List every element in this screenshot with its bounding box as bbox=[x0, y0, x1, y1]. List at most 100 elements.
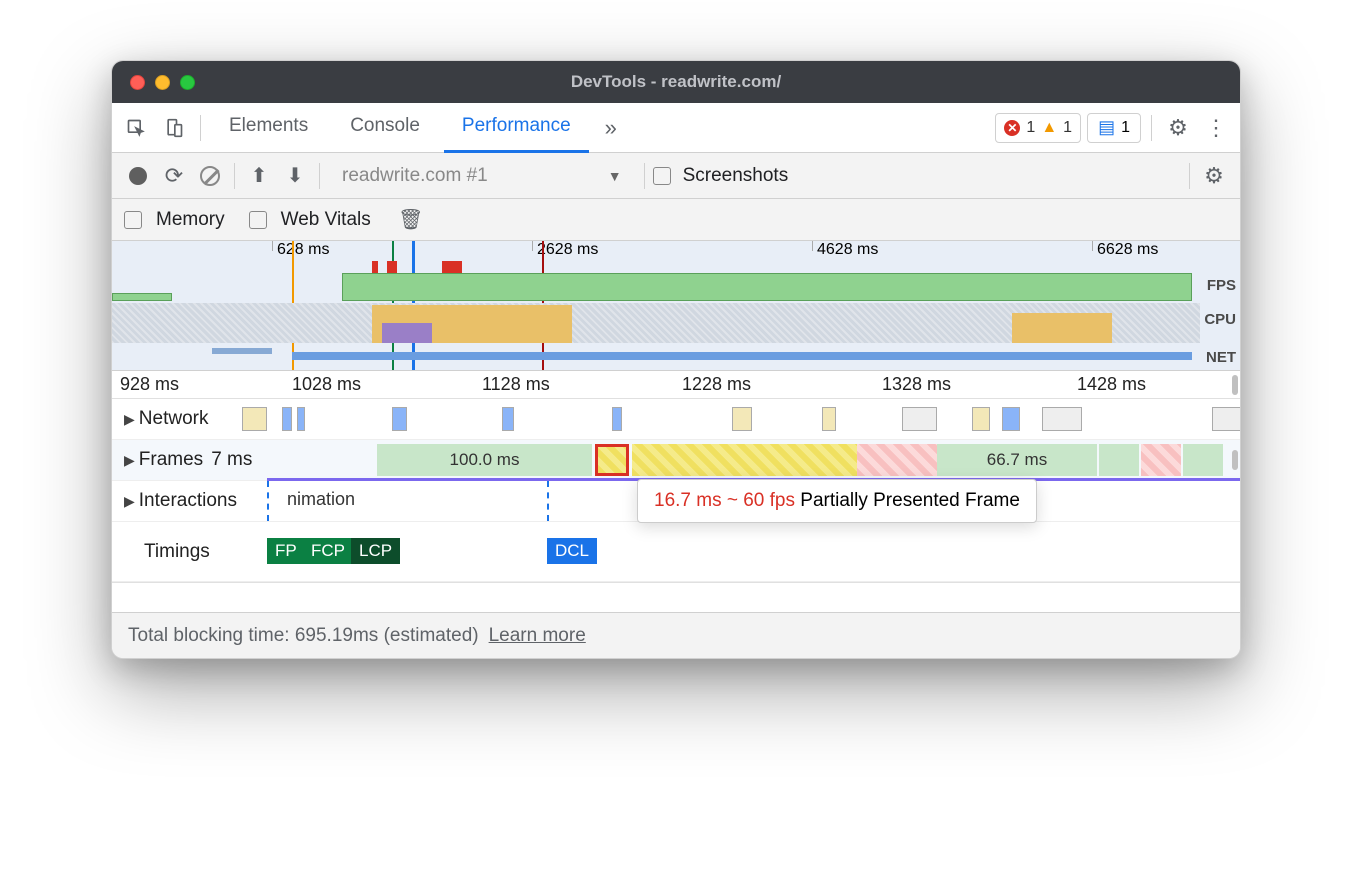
timing-lcp[interactable]: LCP bbox=[351, 538, 400, 564]
load-profile-icon[interactable]: ⬆ bbox=[243, 160, 275, 192]
warning-icon: ▲ bbox=[1041, 119, 1057, 137]
track-label-text: Frames bbox=[139, 449, 203, 471]
timeline-ruler[interactable]: 928 ms 1028 ms 1128 ms 1228 ms 1328 ms 1… bbox=[112, 371, 1240, 399]
disclose-icon[interactable]: ▶ bbox=[124, 452, 135, 469]
reload-record-button[interactable]: ⟳ bbox=[158, 160, 190, 192]
tab-elements[interactable]: Elements bbox=[211, 103, 326, 153]
ruler-tick: 1328 ms bbox=[882, 374, 951, 395]
webvitals-label: Web Vitals bbox=[281, 209, 371, 231]
tab-performance[interactable]: Performance bbox=[444, 103, 589, 153]
frame-block[interactable] bbox=[632, 444, 857, 476]
message-icon: ▤ bbox=[1098, 117, 1115, 138]
divider bbox=[234, 163, 235, 189]
frame-selected[interactable] bbox=[595, 444, 629, 476]
overview-fps-label: FPS bbox=[1207, 277, 1236, 294]
error-icon: ✕ bbox=[1004, 120, 1020, 136]
timing-fp[interactable]: FP bbox=[267, 538, 305, 564]
overview-tick: 4628 ms bbox=[812, 241, 878, 251]
divider bbox=[1151, 115, 1152, 141]
issues-badge[interactable]: ▤ 1 bbox=[1087, 113, 1141, 143]
warning-count: 1 bbox=[1063, 119, 1072, 137]
frame-tooltip: 16.7 ms ~ 60 fps Partially Presented Fra… bbox=[637, 479, 1037, 523]
timing-dcl[interactable]: DCL bbox=[547, 538, 597, 564]
network-track[interactable]: ▶Network bbox=[112, 399, 1240, 440]
perf-toolbar: ⟳ ⬆ ⬇ readwrite.com #1 ▼ Screenshots ⚙ bbox=[112, 153, 1240, 199]
overview-cpu bbox=[112, 303, 1200, 343]
close-window-button[interactable] bbox=[130, 75, 145, 90]
interactions-track[interactable]: ▶Interactions nimation 16.7 ms ~ 60 fps … bbox=[112, 481, 1240, 522]
divider bbox=[319, 163, 320, 189]
ruler-tick: 1128 ms bbox=[482, 374, 550, 395]
timings-track[interactable]: Timings FP FCP LCP DCL bbox=[112, 522, 1240, 582]
overview-pane[interactable]: 628 ms 2628 ms 4628 ms 6628 ms FPS CPU N… bbox=[112, 241, 1240, 371]
tooltip-rate: 16.7 ms ~ 60 fps bbox=[654, 490, 795, 511]
interaction-sub: nimation bbox=[287, 489, 355, 510]
minimize-window-button[interactable] bbox=[155, 75, 170, 90]
network-track-content[interactable] bbox=[242, 399, 1240, 439]
dropdown-caret-icon: ▼ bbox=[608, 168, 622, 184]
track-label-text: Timings bbox=[144, 541, 210, 563]
frame-block[interactable]: 100.0 ms bbox=[377, 444, 592, 476]
disclose-icon[interactable]: ▶ bbox=[124, 411, 135, 428]
overview-tick: 628 ms bbox=[272, 241, 329, 251]
tab-console[interactable]: Console bbox=[332, 103, 438, 153]
scrollbar-thumb[interactable] bbox=[1232, 450, 1238, 470]
frame-block-dropped[interactable] bbox=[857, 444, 937, 476]
record-button[interactable] bbox=[122, 160, 154, 192]
memory-checkbox[interactable] bbox=[124, 211, 142, 229]
scrollbar-thumb[interactable] bbox=[1232, 375, 1238, 395]
more-tabs-icon[interactable]: » bbox=[595, 112, 627, 144]
capture-settings-icon[interactable]: ⚙ bbox=[1198, 160, 1230, 192]
overview-cpu-label: CPU bbox=[1204, 311, 1236, 328]
webvitals-checkbox[interactable] bbox=[249, 211, 267, 229]
frames-track-content[interactable]: 100.0 ms 66.7 ms bbox=[347, 440, 1240, 480]
window-titlebar[interactable]: DevTools - readwrite.com/ bbox=[112, 61, 1240, 103]
status-bar: Total blocking time: 695.19ms (estimated… bbox=[112, 612, 1240, 658]
errors-warnings-badge[interactable]: ✕ 1 ▲ 1 bbox=[995, 113, 1081, 143]
settings-icon[interactable]: ⚙ bbox=[1162, 112, 1194, 144]
ruler-tick: 1428 ms bbox=[1077, 374, 1146, 395]
frame-block[interactable] bbox=[1183, 444, 1223, 476]
overview-net-label: NET bbox=[1206, 349, 1236, 366]
spacer-row bbox=[112, 582, 1240, 612]
overview-fps bbox=[112, 271, 1200, 301]
frame-block[interactable] bbox=[1099, 444, 1139, 476]
frame-block-dropped[interactable] bbox=[1141, 444, 1181, 476]
learn-more-link[interactable]: Learn more bbox=[489, 625, 586, 647]
status-text: Total blocking time: 695.19ms (estimated… bbox=[128, 625, 479, 647]
message-count: 1 bbox=[1121, 119, 1130, 137]
screenshots-label: Screenshots bbox=[683, 165, 789, 187]
divider bbox=[200, 115, 201, 141]
timings-content[interactable]: FP FCP LCP DCL bbox=[347, 532, 1240, 572]
session-name: readwrite.com #1 bbox=[342, 165, 488, 187]
kebab-menu-icon[interactable]: ⋮ bbox=[1200, 112, 1232, 144]
panel-tabbar: Elements Console Performance » ✕ 1 ▲ 1 ▤… bbox=[112, 103, 1240, 153]
ruler-tick: 1228 ms bbox=[682, 374, 751, 395]
window-title: DevTools - readwrite.com/ bbox=[112, 72, 1240, 92]
garbage-collect-icon[interactable]: 🗑 bbox=[395, 204, 427, 236]
perf-options-bar: Memory Web Vitals 🗑 bbox=[112, 199, 1240, 241]
overview-tick: 6628 ms bbox=[1092, 241, 1158, 251]
marker-line bbox=[547, 481, 549, 521]
ruler-tick: 1028 ms bbox=[292, 374, 361, 395]
session-selector[interactable]: readwrite.com #1 ▼ bbox=[328, 165, 636, 187]
overview-net bbox=[112, 346, 1200, 366]
track-label-text: Network bbox=[139, 408, 209, 430]
traffic-lights bbox=[112, 75, 195, 90]
divider bbox=[1189, 163, 1190, 189]
frame-block[interactable]: 66.7 ms bbox=[937, 444, 1097, 476]
marker-line bbox=[267, 481, 269, 521]
ruler-tick: 928 ms bbox=[120, 374, 179, 395]
disclose-icon[interactable]: ▶ bbox=[124, 493, 135, 510]
inspect-element-icon[interactable] bbox=[120, 112, 152, 144]
interactions-content[interactable]: nimation 16.7 ms ~ 60 fps Partially Pres… bbox=[347, 481, 1240, 521]
zoom-window-button[interactable] bbox=[180, 75, 195, 90]
timing-fcp[interactable]: FCP bbox=[303, 538, 353, 564]
screenshots-checkbox[interactable] bbox=[653, 167, 671, 185]
clear-button[interactable] bbox=[194, 160, 226, 192]
save-profile-icon[interactable]: ⬇ bbox=[279, 160, 311, 192]
toggle-device-icon[interactable] bbox=[158, 112, 190, 144]
devtools-window: DevTools - readwrite.com/ Elements Conso… bbox=[111, 60, 1241, 659]
frames-track[interactable]: ▶Frames 7 ms 100.0 ms 66.7 ms bbox=[112, 440, 1240, 481]
track-label-text: Interactions bbox=[139, 490, 237, 512]
